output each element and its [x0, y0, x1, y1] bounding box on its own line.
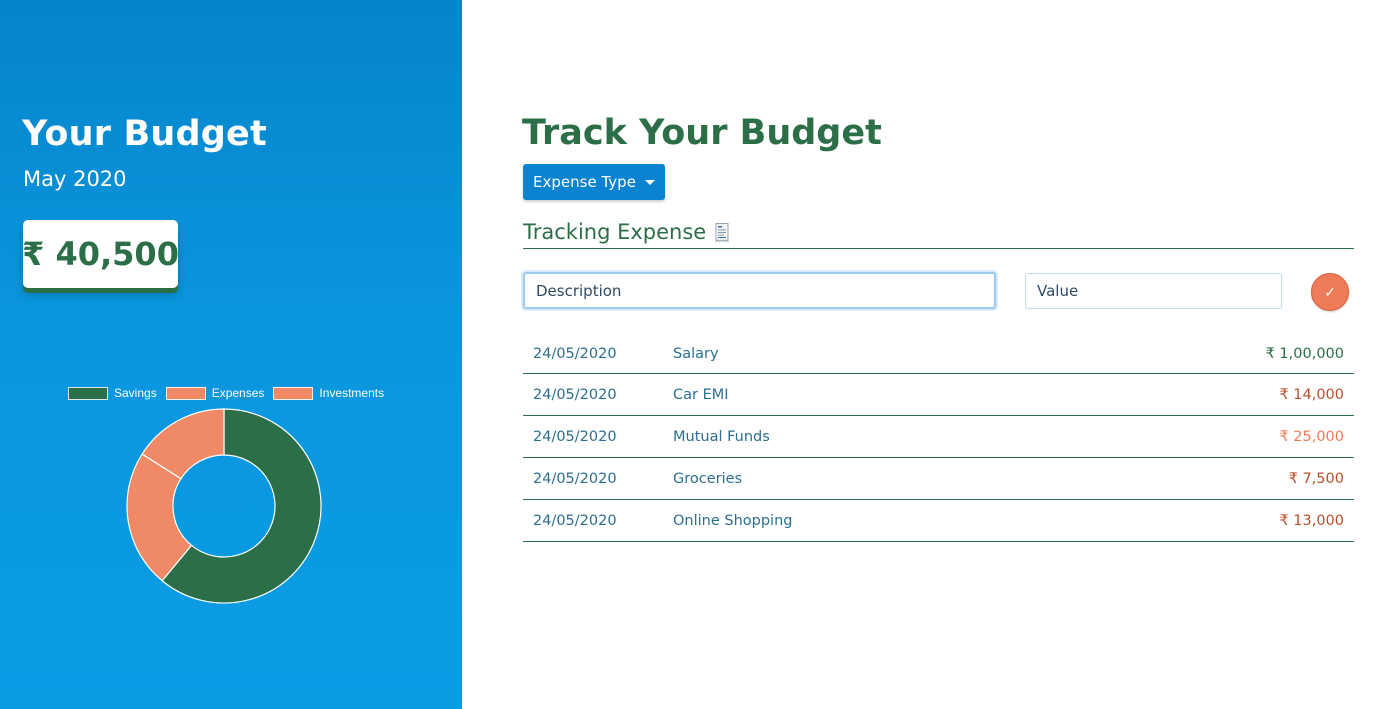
transaction-row[interactable]: 24/05/2020 Groceries ₹ 7,500	[523, 458, 1354, 500]
legend-swatch-expenses	[165, 386, 206, 400]
section-heading: Tracking Expense	[523, 218, 1354, 249]
transaction-amount: ₹ 1,00,000	[1265, 345, 1344, 362]
checkmark-icon: ✓	[1324, 283, 1336, 300]
expense-type-dropdown[interactable]: Expense Type	[523, 164, 665, 200]
legend-label-savings: Savings	[114, 386, 157, 400]
value-input[interactable]	[1025, 273, 1282, 309]
budget-donut-chart	[126, 408, 322, 604]
transaction-date: 24/05/2020	[533, 345, 617, 362]
transaction-description: Groceries	[673, 470, 743, 487]
transaction-list: 24/05/2020 Salary ₹ 1,00,000 24/05/2020 …	[523, 334, 1354, 542]
legend-swatch-savings	[68, 386, 108, 400]
transaction-description: Mutual Funds	[673, 428, 770, 445]
budget-sidebar: Your Budget May 2020 ₹ 40,500 Savings Ex…	[0, 0, 462, 709]
balance-amount: ₹ 40,500	[22, 235, 179, 273]
transaction-description: Car EMI	[673, 386, 729, 403]
balance-card: ₹ 40,500	[22, 220, 179, 288]
transaction-date: 24/05/2020	[533, 428, 617, 445]
transaction-amount: ₹ 14,000	[1279, 386, 1344, 403]
caret-down-icon	[644, 179, 655, 185]
transaction-row[interactable]: 24/05/2020 Salary ₹ 1,00,000	[523, 334, 1354, 374]
receipt-icon	[715, 223, 729, 242]
legend-item-expenses[interactable]: Expenses	[165, 386, 265, 400]
legend-item-investments[interactable]: Investments	[273, 386, 384, 400]
chart-legend: Savings Expenses Investments	[68, 385, 384, 401]
transaction-date: 24/05/2020	[533, 470, 617, 487]
transaction-date: 24/05/2020	[533, 386, 617, 403]
transaction-date: 24/05/2020	[533, 512, 617, 529]
transaction-amount: ₹ 25,000	[1279, 428, 1344, 445]
transaction-amount: ₹ 7,500	[1288, 470, 1344, 487]
transaction-description: Salary	[673, 345, 719, 362]
legend-label-investments: Investments	[319, 386, 385, 400]
transaction-row[interactable]: 24/05/2020 Online Shopping ₹ 13,000	[523, 500, 1354, 542]
page-title: Track Your Budget	[522, 113, 882, 153]
submit-expense-button[interactable]: ✓	[1311, 273, 1349, 311]
budget-title: Your Budget	[22, 114, 267, 154]
expense-type-dropdown-label: Expense Type	[533, 173, 636, 191]
budget-period: May 2020	[23, 167, 127, 191]
legend-item-savings[interactable]: Savings	[68, 386, 157, 400]
transaction-amount: ₹ 13,000	[1279, 512, 1344, 529]
section-title: Tracking Expense	[523, 220, 707, 244]
transaction-description: Online Shopping	[673, 512, 793, 529]
transaction-row[interactable]: 24/05/2020 Car EMI ₹ 14,000	[523, 374, 1354, 416]
legend-label-expenses: Expenses	[211, 386, 265, 400]
description-input[interactable]	[523, 272, 996, 309]
transaction-row[interactable]: 24/05/2020 Mutual Funds ₹ 25,000	[523, 416, 1354, 458]
legend-swatch-investments	[273, 386, 314, 400]
